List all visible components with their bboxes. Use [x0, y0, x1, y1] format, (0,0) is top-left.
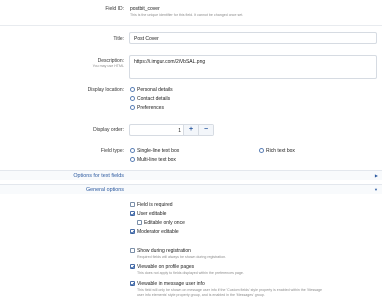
viewable-message-hint-line2: user info elements' style property group… [137, 293, 265, 297]
user-editable-checkbox[interactable] [130, 211, 135, 216]
rich-text-label: Rich text box [266, 148, 295, 154]
title-input[interactable]: Post Cover [129, 32, 377, 44]
multi-line-label: Multi-line text box [137, 157, 176, 163]
display-order-value[interactable]: 1 [178, 128, 181, 134]
show-registration-hint: Required fields will always be shown dur… [137, 255, 227, 259]
preferences-label: Preferences [137, 105, 164, 111]
description-hint: You may use HTML [92, 64, 124, 68]
viewable-message-hint-line1: This field will only be shown on message… [137, 288, 323, 292]
moderator-editable-checkbox[interactable] [130, 229, 135, 234]
rich-text-radio[interactable] [259, 148, 264, 153]
viewable-profile-checkbox[interactable] [130, 264, 135, 269]
preferences-radio[interactable] [130, 105, 135, 110]
display-location-label: Display location: [87, 87, 124, 93]
single-line-label: Single-line text box [137, 148, 180, 154]
decrement-button[interactable]: − [198, 125, 213, 135]
contact-details-label: Contact details [137, 96, 171, 102]
viewable-profile-hint: This does not apply to fields displayed … [137, 271, 244, 275]
divider [0, 25, 382, 26]
user-editable-label: User editable [137, 211, 167, 217]
caret-right-icon: ▶ [374, 173, 378, 178]
moderator-editable-label: Moderator editable [137, 229, 179, 235]
increment-button[interactable]: + [183, 125, 198, 135]
viewable-message-label: Viewable in message user info [137, 281, 205, 287]
display-order-stepper[interactable]: 1 + − [129, 124, 214, 136]
description-textarea[interactable]: https://i.imgur.com/2iVbSAL.png [129, 55, 377, 79]
viewable-message-checkbox[interactable] [130, 281, 135, 286]
editable-once-label: Editable only once [144, 220, 185, 226]
general-section-toggle[interactable]: General options ▼ [0, 184, 382, 194]
field-id-value: postbit_cover [130, 6, 160, 12]
required-checkbox[interactable] [130, 202, 135, 207]
caret-down-icon: ▼ [374, 187, 378, 192]
field-type-label: Field type: [100, 148, 124, 154]
personal-details-radio[interactable] [130, 87, 135, 92]
show-registration-label: Show during registration [137, 248, 191, 254]
title-label: Title: [113, 36, 124, 42]
required-label: Field is required [137, 202, 173, 208]
viewable-profile-label: Viewable on profile pages [137, 264, 195, 270]
contact-details-radio[interactable] [130, 96, 135, 101]
show-registration-checkbox[interactable] [130, 248, 135, 253]
personal-details-label: Personal details [137, 87, 173, 93]
editable-once-checkbox[interactable] [137, 220, 142, 225]
display-order-label: Display order: [93, 127, 124, 133]
multi-line-radio[interactable] [130, 157, 135, 162]
general-section-title: General options [85, 187, 124, 193]
field-id-hint: This is the unique identifier for this f… [130, 13, 244, 17]
text-fields-section-title: Options for text fields [73, 173, 124, 179]
text-fields-section-toggle[interactable]: Options for text fields ▶ [0, 170, 382, 180]
single-line-radio[interactable] [130, 148, 135, 153]
field-id-label: Field ID: [105, 6, 124, 12]
